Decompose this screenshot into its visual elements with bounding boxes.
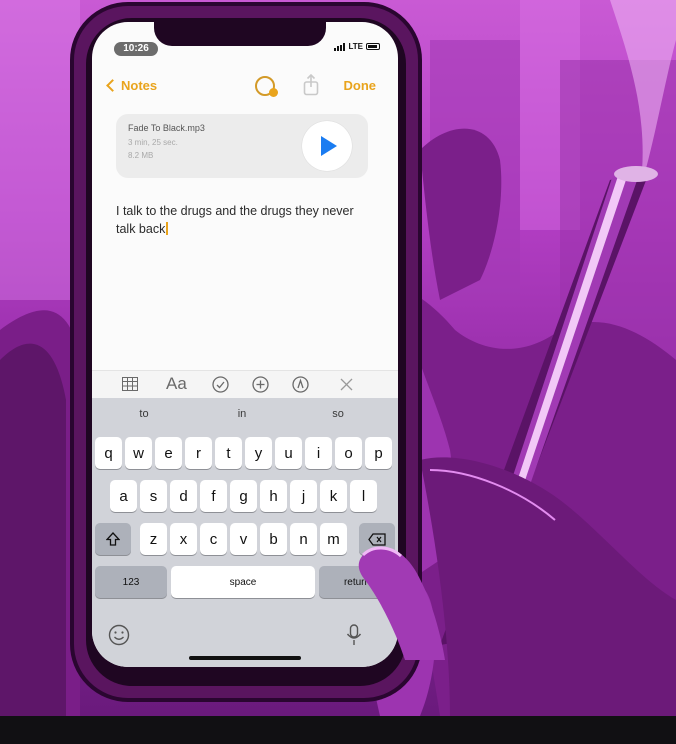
attachment-name: Fade To Black.mp3 — [128, 123, 205, 133]
audio-attachment[interactable]: Fade To Black.mp3 3 min, 25 sec. 8.2 MB — [116, 114, 368, 178]
back-button[interactable]: Notes — [106, 78, 158, 93]
markup-icon[interactable] — [292, 376, 309, 393]
key-d[interactable]: d — [170, 480, 197, 512]
table-icon[interactable] — [122, 377, 138, 391]
format-toolbar: Aa — [92, 370, 398, 398]
emoji-icon[interactable] — [108, 624, 130, 646]
key-k[interactable]: k — [320, 480, 347, 512]
chevron-left-icon — [106, 79, 119, 92]
key-o[interactable]: o — [335, 437, 362, 469]
note-body[interactable]: I talk to the drugs and the drugs they n… — [116, 202, 356, 238]
key-b[interactable]: b — [260, 523, 287, 555]
numbers-key[interactable]: 123 — [95, 566, 167, 598]
home-indicator[interactable] — [189, 656, 301, 660]
key-s[interactable]: s — [140, 480, 167, 512]
key-x[interactable]: x — [170, 523, 197, 555]
key-c[interactable]: c — [200, 523, 227, 555]
nav-bar: Notes Done — [92, 74, 398, 102]
key-p[interactable]: p — [365, 437, 392, 469]
checklist-icon[interactable] — [212, 376, 229, 393]
key-m[interactable]: m — [320, 523, 347, 555]
suggestion-3[interactable]: so — [308, 408, 368, 420]
key-a[interactable]: a — [110, 480, 137, 512]
battery-icon — [366, 43, 380, 50]
key-w[interactable]: w — [125, 437, 152, 469]
key-t[interactable]: t — [215, 437, 242, 469]
back-label: Notes — [121, 78, 158, 93]
key-n[interactable]: n — [290, 523, 317, 555]
space-key[interactable]: space — [171, 566, 315, 598]
key-e[interactable]: e — [155, 437, 182, 469]
suggestion-bar: to in so — [92, 398, 398, 432]
key-i[interactable]: i — [305, 437, 332, 469]
note-text: I talk to the drugs and the drugs they n… — [116, 204, 354, 236]
key-q[interactable]: q — [95, 437, 122, 469]
suggestion-2[interactable]: in — [212, 408, 272, 420]
phone-notch — [154, 22, 326, 46]
key-g[interactable]: g — [230, 480, 257, 512]
key-v[interactable]: v — [230, 523, 257, 555]
key-j[interactable]: j — [290, 480, 317, 512]
background-artwork: 10:26 LTE Notes Done Fade To Black.mp3 3… — [0, 0, 676, 716]
collaborate-icon[interactable] — [255, 76, 278, 97]
key-u[interactable]: u — [275, 437, 302, 469]
key-r[interactable]: r — [185, 437, 212, 469]
key-f[interactable]: f — [200, 480, 227, 512]
status-time: 10:26 — [114, 42, 158, 56]
share-icon[interactable] — [303, 74, 319, 96]
close-icon[interactable] — [340, 378, 353, 391]
text-cursor — [166, 222, 168, 235]
suggestion-1[interactable]: to — [114, 408, 174, 420]
network-type: LTE — [348, 42, 363, 51]
shift-key[interactable] — [95, 523, 131, 555]
add-icon[interactable] — [252, 376, 269, 393]
letterbox-bar — [0, 716, 676, 744]
play-icon[interactable] — [302, 121, 352, 171]
key-z[interactable]: z — [140, 523, 167, 555]
format-text-icon[interactable]: Aa — [166, 374, 187, 394]
attachment-size: 8.2 MB — [128, 151, 154, 160]
key-h[interactable]: h — [260, 480, 287, 512]
thumb-overlay — [358, 546, 445, 660]
key-y[interactable]: y — [245, 437, 272, 469]
done-button[interactable]: Done — [344, 78, 377, 93]
attachment-duration: 3 min, 25 sec. — [128, 138, 178, 147]
shift-icon — [106, 532, 120, 546]
collaborate-badge — [269, 88, 278, 97]
status-indicators: LTE — [334, 42, 380, 51]
signal-icon — [334, 42, 346, 51]
